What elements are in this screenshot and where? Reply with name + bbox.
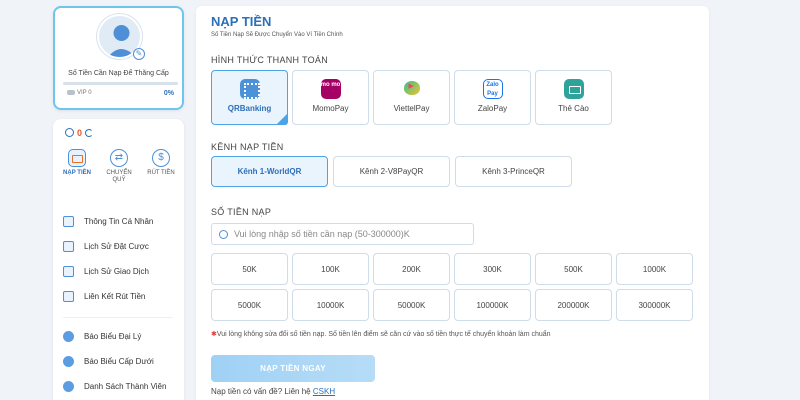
amount-option[interactable]: 500K — [535, 253, 612, 285]
menu-divider — [63, 317, 173, 318]
deposit-panel: NẠP TIỀN Số Tiền Nạp Sẽ Được Chuyển Vào … — [196, 6, 709, 400]
amount-input[interactable]: Vui lòng nhập số tiền cần nạp (50-300000… — [211, 223, 474, 245]
quick-action-label: RÚT TIỀN — [147, 170, 175, 176]
quick-actions: NẠP TIỀN CHUYỂN QUỸ RÚT TIỀN — [59, 149, 179, 184]
method-momopay[interactable]: mo mo MomoPay — [292, 70, 369, 125]
quick-action-withdraw[interactable]: RÚT TIỀN — [143, 149, 179, 184]
amount-option[interactable]: 100K — [292, 253, 369, 285]
amount-option[interactable]: 50000K — [373, 289, 450, 321]
menu-item-agent-report[interactable]: Báo Biểu Đại Lý — [63, 324, 178, 349]
deposit-note-text: Vui lòng không sửa đổi số tiền nạp. Số t… — [216, 331, 551, 338]
subordinate-report-icon — [63, 356, 74, 367]
report-icon — [63, 331, 74, 342]
help-text: Nạp tiền có vấn đề? Liên hệ CSKH — [211, 387, 335, 396]
vip-level: VIP 0 — [67, 90, 92, 96]
zalopay-icon: Zalo Pay — [482, 79, 503, 99]
quick-action-deposit[interactable]: NẠP TIỀN — [59, 149, 95, 184]
vip-badge-icon — [67, 90, 75, 95]
amount-option[interactable]: 10000K — [292, 289, 369, 321]
channel-1-worldqr[interactable]: Kênh 1-WorldQR — [211, 156, 328, 187]
deposit-note: ✱Vui lòng không sửa đổi số tiền nạp. Số … — [211, 330, 551, 338]
balance-amount: 0 — [77, 127, 83, 138]
preset-amounts: 50K 100K 200K 300K 500K 1000K 5000K 1000… — [211, 253, 694, 321]
momo-icon: mo mo — [320, 79, 341, 99]
menu-item-transaction-history[interactable]: Lịch Sử Giao Dịch — [63, 259, 178, 284]
method-zalopay[interactable]: Zalo Pay ZaloPay — [454, 70, 531, 125]
amount-option[interactable]: 50K — [211, 253, 288, 285]
amount-option[interactable]: 300000K — [616, 289, 693, 321]
menu-item-label: Báo Biểu Đại Lý — [84, 332, 142, 341]
deposit-now-button[interactable]: NẠP TIỀN NGAY — [211, 355, 375, 382]
menu-item-label: Thông Tin Cá Nhân — [84, 217, 154, 226]
amount-heading: SỐ TIỀN NẠP — [211, 207, 272, 217]
menu-item-bank-link[interactable]: Liên Kết Rút Tiền — [63, 284, 178, 309]
profile-card: ✎ Số Tiền Cần Nạp Để Thăng Cấp VIP 0 0% — [53, 6, 184, 110]
channel-3-princeqr[interactable]: Kênh 3-PrinceQR — [455, 156, 572, 187]
channel-heading: KÊNH NẠP TIỀN — [211, 142, 284, 152]
method-viettelpay[interactable]: ViettelPay — [373, 70, 450, 125]
method-label: ViettelPay — [393, 104, 430, 113]
vip-progress-percent: 0% — [163, 90, 174, 97]
amount-option[interactable]: 100000K — [454, 289, 531, 321]
menu-item-members[interactable]: Danh Sách Thành Viên — [63, 374, 178, 399]
profile-card-icon — [63, 216, 74, 227]
menu-item-label: Lịch Sử Đặt Cược — [84, 242, 149, 251]
method-label: ZaloPay — [477, 104, 508, 113]
edit-avatar-icon[interactable]: ✎ — [133, 48, 145, 60]
menu-item-label: Liên Kết Rút Tiền — [84, 292, 146, 301]
upgrade-label: Số Tiền Cần Nạp Để Thăng Cấp — [68, 70, 169, 77]
coin-icon — [219, 229, 228, 239]
channel-2-v8payqr[interactable]: Kênh 2-V8PayQR — [333, 156, 450, 187]
menu-item-label: Lịch Sử Giao Dịch — [84, 267, 149, 276]
vip-progress-bar — [63, 82, 178, 85]
quick-action-transfer[interactable]: CHUYỂN QUỸ — [101, 149, 137, 184]
method-label: QRBanking — [227, 104, 272, 113]
bank-link-icon — [63, 291, 74, 302]
payment-methods: QRBanking mo mo MomoPay ViettelPay Zalo … — [211, 70, 616, 125]
deposit-channels: Kênh 1-WorldQR Kênh 2-V8PayQR Kênh 3-Pri… — [211, 156, 577, 187]
qr-banking-icon — [239, 79, 260, 99]
amount-input-placeholder: Vui lòng nhập số tiền cần nạp (50-300000… — [234, 229, 410, 239]
quick-action-label: NẠP TIỀN — [63, 170, 91, 176]
menu-list: Thông Tin Cá Nhân Lịch Sử Đặt Cược Lịch … — [63, 209, 178, 399]
transfer-icon — [110, 149, 128, 167]
page-title: NẠP TIỀN — [211, 14, 272, 29]
bet-history-icon — [63, 241, 74, 252]
method-label: MomoPay — [312, 104, 349, 113]
scratch-card-icon — [563, 79, 584, 99]
menu-item-label: Danh Sách Thành Viên — [84, 382, 167, 391]
method-label: Thẻ Cào — [558, 104, 589, 113]
amount-option[interactable]: 5000K — [211, 289, 288, 321]
payment-method-heading: HÌNH THỨC THANH TOÁN — [211, 55, 329, 65]
method-qr-banking[interactable]: QRBanking — [211, 70, 288, 125]
support-link[interactable]: CSKH — [313, 387, 335, 396]
amount-option[interactable]: 1000K — [616, 253, 693, 285]
viettelpay-icon — [402, 79, 422, 99]
amount-option[interactable]: 200K — [373, 253, 450, 285]
help-prompt: Nạp tiền có vấn đề? Liên hệ — [211, 387, 311, 396]
quick-action-label: CHUYỂN QUỸ — [106, 170, 132, 184]
menu-item-subordinate-report[interactable]: Báo Biểu Cấp Dưới — [63, 349, 178, 374]
menu-item-bet-history[interactable]: Lịch Sử Đặt Cược — [63, 234, 178, 259]
menu-item-label: Báo Biểu Cấp Dưới — [84, 357, 154, 366]
amount-option[interactable]: 200000K — [535, 289, 612, 321]
page-subtitle: Số Tiền Nạp Sẽ Được Chuyển Vào Ví Tiền C… — [211, 32, 343, 38]
wallet-balance: 0 — [65, 127, 94, 138]
coin-icon — [65, 128, 74, 138]
members-icon — [63, 381, 74, 392]
transaction-history-icon — [63, 266, 74, 277]
account-menu: 0 NẠP TIỀN CHUYỂN QUỸ RÚT TIỀN Thông Tin… — [53, 119, 184, 400]
amount-option[interactable]: 300K — [454, 253, 531, 285]
refresh-balance-icon[interactable] — [85, 128, 94, 137]
withdraw-icon — [152, 149, 170, 167]
selected-check-icon — [276, 113, 288, 125]
wallet-icon — [68, 149, 86, 167]
menu-item-profile[interactable]: Thông Tin Cá Nhân — [63, 209, 178, 234]
vip-level-text: VIP 0 — [77, 90, 92, 97]
method-scratch-card[interactable]: Thẻ Cào — [535, 70, 612, 125]
